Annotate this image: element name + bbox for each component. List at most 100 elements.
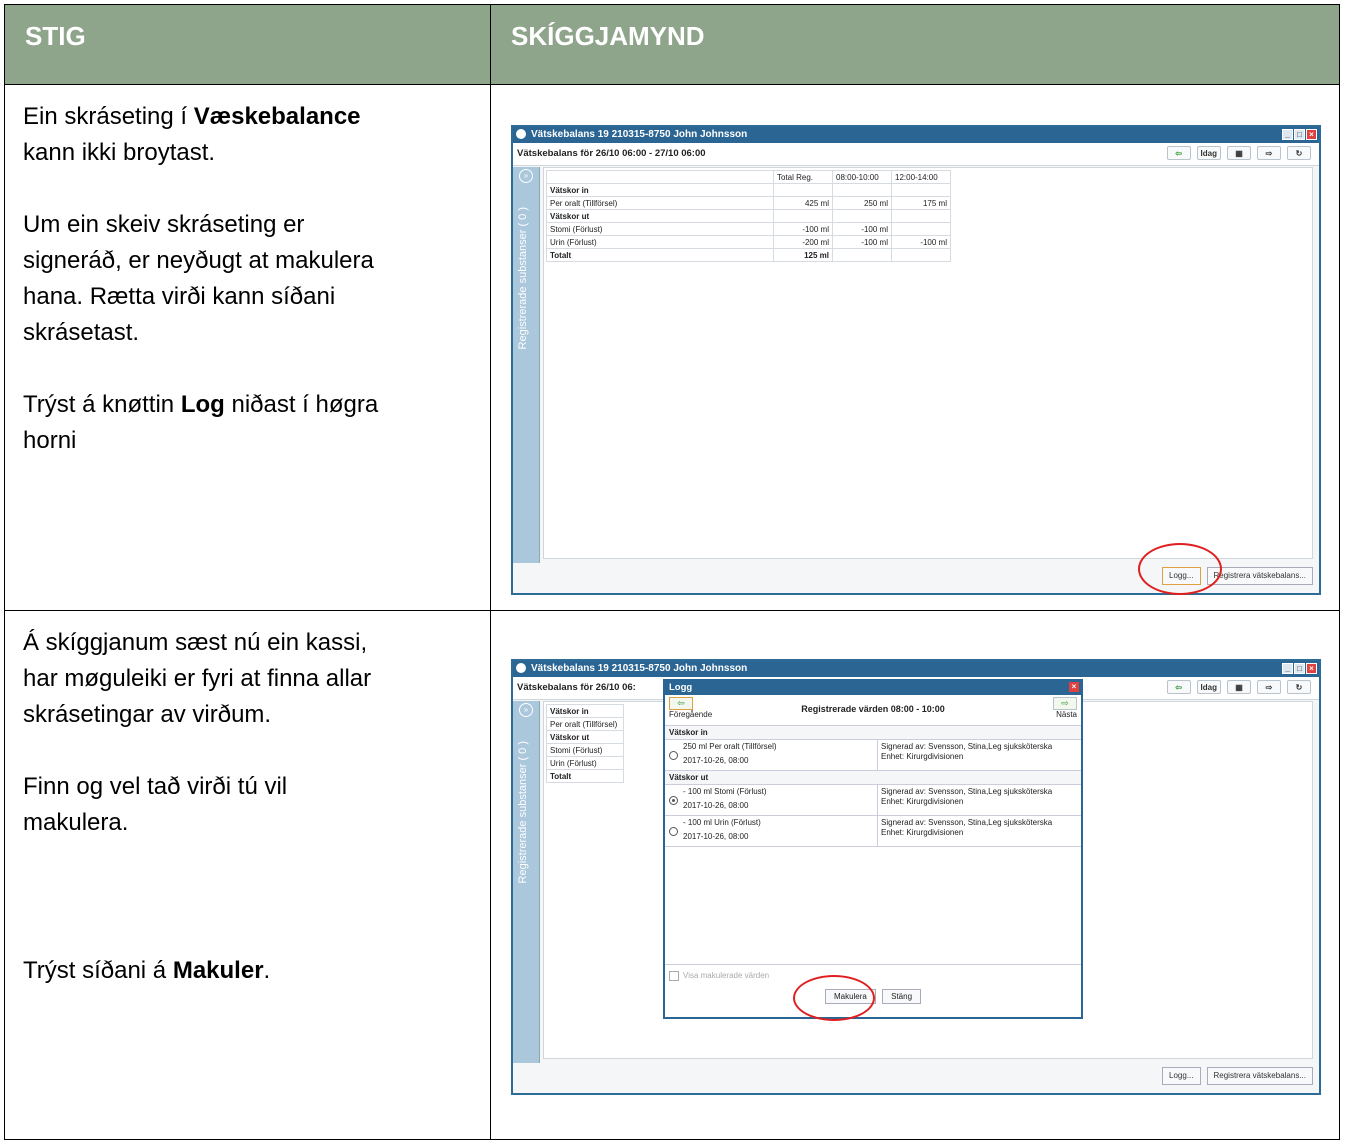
header-screenshot: SKÍGGJAMYND <box>491 5 1339 85</box>
table-cell: -200 ml <box>773 235 833 249</box>
today-button[interactable]: Idag <box>1196 146 1221 160</box>
radio-button[interactable] <box>669 751 678 760</box>
minimize-icon[interactable]: _ <box>1282 663 1293 674</box>
table-row: Stomi (Förlust) <box>546 743 624 757</box>
table-cell <box>832 248 892 262</box>
balance-table-behind: Vätskor in Per oralt (Tillförsel) Vätskor … <box>546 704 624 783</box>
step-2-p3: Trýst síðani á Makuler. <box>23 957 271 984</box>
column-header: 12:00-14:00 <box>891 170 951 184</box>
log-entry[interactable]: - 100 ml Stomi (Förlust) 2017-10-26, 08:… <box>665 785 1081 816</box>
balance-table: Total Reg. 08:00-10:00 12:00-14:00 Vätskor … <box>546 170 951 262</box>
close-icon[interactable]: × <box>1306 663 1317 674</box>
column-header: Total Reg. <box>773 170 833 184</box>
today-button[interactable]: Idag <box>1196 680 1221 694</box>
table-cell <box>773 183 833 197</box>
step-1-p3: Trýst á knøttin Log niðast í høgra horni <box>23 391 379 454</box>
highlight-circle <box>793 975 875 1021</box>
window-titlebar: Vätskebalans 19 210315-8750 John Johnsso… <box>513 661 1319 677</box>
refresh-icon[interactable]: ↻ <box>1287 146 1311 160</box>
step-1-screenshot: Vätskebalans 19 210315-8750 John Johnsso… <box>491 85 1339 611</box>
step-2-p1: Á skíggjanum sæst nú ein kassi, har møgu… <box>23 629 372 728</box>
row-label: Stomi (Förlust) <box>546 743 624 757</box>
table-cell <box>832 209 892 223</box>
table-cell: -100 ml <box>891 235 951 249</box>
expand-icon[interactable]: » <box>519 169 533 183</box>
table-cell <box>891 183 951 197</box>
expand-icon[interactable]: » <box>519 703 533 717</box>
table-row: Totalt <box>546 769 624 783</box>
table-cell: 250 ml <box>832 196 892 210</box>
forward-arrow-icon[interactable]: ⇨ <box>1053 697 1077 710</box>
table-cell: 125 ml <box>773 248 833 262</box>
step-2-p2: Finn og vel tað virði tú vil makulera. <box>23 773 288 836</box>
close-button[interactable]: Stäng <box>882 989 922 1004</box>
row-label: Totalt <box>546 769 624 783</box>
table-row: Urin (Förlust) <box>546 756 624 770</box>
row-label: Vätskor ut <box>546 209 774 223</box>
show-cancelled-checkbox[interactable]: Visa makulerade värden <box>669 971 769 981</box>
app-icon <box>516 129 526 139</box>
log-entry[interactable]: 250 ml Per oralt (Tillförsel) 2017-10-26… <box>665 740 1081 771</box>
step-1-p1: Ein skráseting í Væskebalance kann ikki … <box>23 103 361 166</box>
table-row: Vätskor in <box>546 704 624 718</box>
table-cell: -100 ml <box>773 222 833 236</box>
table-cell <box>832 183 892 197</box>
registered-substances-tab[interactable]: » Registrerade substanser ( 0 ) <box>513 701 540 1063</box>
dialog-close-icon[interactable]: × <box>1069 682 1079 692</box>
group-fluids-out: Vätskor ut <box>665 771 1081 785</box>
row-label: Totalt <box>546 248 774 262</box>
row-label: Urin (Förlust) <box>546 235 774 249</box>
column-header <box>546 170 774 184</box>
table-row: Per oralt (Tillförsel) 425 ml 250 ml 175 ml <box>546 196 951 210</box>
back-arrow-icon[interactable]: ⇦ <box>1166 680 1191 694</box>
window-title: Vätskebalans 19 210315-8750 John Johnsso… <box>531 663 748 674</box>
registered-substances-tab[interactable]: » Registrerade substanser ( 0 ) <box>513 167 540 563</box>
register-balance-button[interactable]: Registrera vätskebalans... <box>1206 567 1313 585</box>
refresh-icon[interactable]: ↻ <box>1287 680 1311 694</box>
row-label: Urin (Förlust) <box>546 756 624 770</box>
back-arrow-icon[interactable]: ⇦ <box>1166 146 1191 160</box>
row-label: Per oralt (Tillförsel) <box>546 717 624 731</box>
log-entry[interactable]: - 100 ml Urin (Förlust) 2017-10-26, 08:0… <box>665 816 1081 847</box>
header-step: STIG <box>5 5 491 85</box>
date-range-label: Vätskebalans för 26/10 06:00 - 27/10 06:… <box>517 148 706 159</box>
dialog-heading: Registrerade värden 08:00 - 10:00 <box>801 704 945 714</box>
register-balance-button[interactable]: Registrera vätskebalans... <box>1206 1067 1313 1085</box>
next-button[interactable]: ⇨ Nästa <box>1053 697 1077 719</box>
calendar-icon[interactable]: ▦ <box>1227 146 1251 160</box>
date-range-label: Vätskebalans för 26/10 06: <box>517 682 636 693</box>
dialog-nav: ⇦ Föregående Registrerade värden 08:00 - … <box>665 695 1081 726</box>
forward-arrow-icon[interactable]: ⇨ <box>1257 680 1281 694</box>
highlight-circle <box>1138 543 1222 595</box>
radio-button[interactable] <box>669 827 678 836</box>
app-window: Vätskebalans 19 210315-8750 John Johnsso… <box>511 659 1321 1095</box>
minimize-icon[interactable]: _ <box>1282 129 1293 140</box>
table-cell <box>891 248 951 262</box>
row-label: Vätskor in <box>546 704 624 718</box>
table-row: Vätskor in <box>546 183 951 197</box>
maximize-icon[interactable]: □ <box>1294 663 1305 674</box>
step-2-screenshot: Vätskebalans 19 210315-8750 John Johnsso… <box>491 611 1339 1139</box>
table-row: Vätskor ut <box>546 209 951 223</box>
column-header: 08:00-10:00 <box>832 170 892 184</box>
log-button[interactable]: Logg... <box>1162 1067 1201 1085</box>
instruction-table: STIG SKÍGGJAMYND Ein skráseting í Væskeb… <box>4 4 1340 1140</box>
table-cell: 175 ml <box>891 196 951 210</box>
forward-arrow-icon[interactable]: ⇨ <box>1257 146 1281 160</box>
date-range-bar: Vätskebalans för 26/10 06:00 - 27/10 06:… <box>513 143 1319 166</box>
calendar-icon[interactable]: ▦ <box>1227 680 1251 694</box>
table-cell: -100 ml <box>832 222 892 236</box>
window-title: Vätskebalans 19 210315-8750 John Johnsso… <box>531 129 748 140</box>
dialog-title: Logg <box>669 682 693 693</box>
row-label: Stomi (Förlust) <box>546 222 774 236</box>
table-cell <box>891 209 951 223</box>
window-titlebar: Vätskebalans 19 210315-8750 John Johnsso… <box>513 127 1319 143</box>
radio-button-selected[interactable] <box>669 796 678 805</box>
close-icon[interactable]: × <box>1306 129 1317 140</box>
table-header-row: Total Reg. 08:00-10:00 12:00-14:00 <box>546 170 951 184</box>
log-dialog: Logg × ⇦ Föregående Registrerade värden 0… <box>663 679 1083 1019</box>
table-cell <box>891 222 951 236</box>
maximize-icon[interactable]: □ <box>1294 129 1305 140</box>
table-row: Vätskor ut <box>546 730 624 744</box>
table-row: Per oralt (Tillförsel) <box>546 717 624 731</box>
